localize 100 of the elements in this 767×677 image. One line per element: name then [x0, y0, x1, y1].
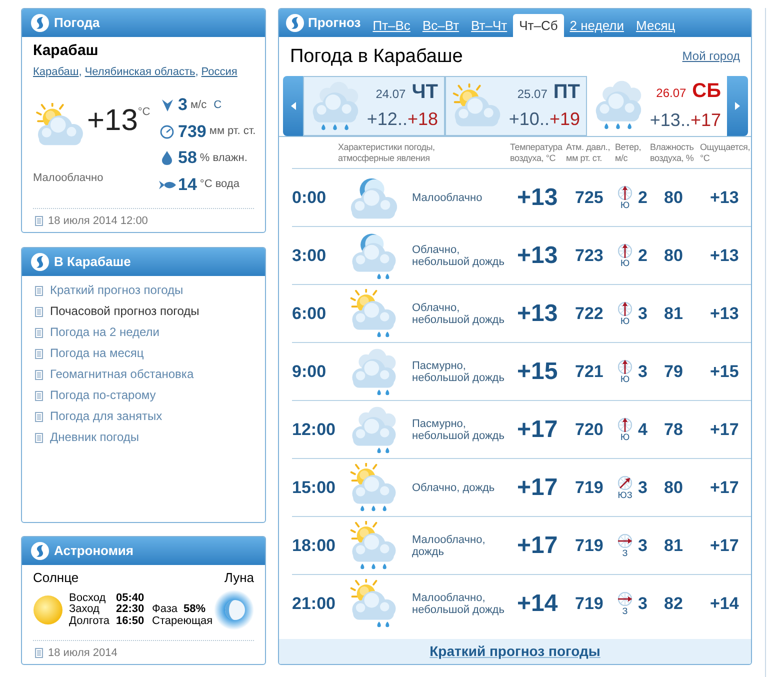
sun-heading: Солнце: [33, 570, 79, 586]
moon-icon: [214, 590, 254, 630]
wind-speed-cell: 3: [638, 304, 648, 324]
day-card[interactable]: 25.07 ПТ +10..+19: [445, 76, 587, 136]
previous-button[interactable]: [283, 76, 303, 136]
time-cell-text: 12:00: [292, 420, 336, 440]
my-city-link[interactable]: Мой город: [682, 49, 740, 64]
humidity-cell-text: 81: [664, 304, 684, 324]
condition-cell-text: Малооблачно, дождь: [412, 534, 486, 558]
wind-direction-text: Ю: [620, 259, 630, 268]
sun-icon: [33, 595, 63, 625]
weekday-name: СБ: [692, 80, 721, 102]
day-low-temperature: +12..: [366, 109, 408, 129]
update-date: 18 июля 2014 12:00: [48, 214, 148, 228]
stat-value: 739: [178, 122, 206, 142]
fish-icon: [158, 180, 176, 190]
sidebar-link[interactable]: Почасовой прогноз погоды: [50, 304, 200, 319]
condition-cell-text: Пасмурно, небольшой дождь: [412, 360, 506, 384]
period-tab[interactable]: 2 недели: [564, 14, 630, 37]
wind-direction-text: Ю: [620, 201, 630, 210]
day-date: 26.07: [656, 86, 686, 100]
document-icon: [35, 648, 43, 658]
period-tab[interactable]: Вс–Вт: [416, 14, 466, 37]
temperature-unit: °C: [138, 106, 150, 118]
sidebar-link[interactable]: Краткий прогноз погоды: [50, 283, 184, 298]
wind-speed-cell: 2: [638, 246, 648, 266]
sun-event-time: 22:30: [116, 604, 146, 616]
logo-icon: [286, 14, 304, 32]
temperature-cell-text: +13: [517, 184, 559, 212]
sidebar-link[interactable]: Погода на 2 недели: [50, 325, 160, 340]
phase-label: Фаза: [152, 604, 178, 616]
pressure-cell-text: 719: [575, 594, 604, 614]
day-card[interactable]: 24.07 ЧТ +12..+18: [303, 76, 445, 136]
caret-right-icon: [735, 102, 740, 110]
document-icon: [35, 306, 43, 316]
wind-speed-cell: 2: [638, 188, 648, 208]
moon-heading: Луна: [224, 570, 254, 586]
time-cell-text: 3:00: [292, 246, 328, 266]
location-link[interactable]: Россия: [201, 65, 238, 79]
period-tab[interactable]: Чт–Сб: [513, 14, 564, 37]
sidebar-link[interactable]: Погода для занятых: [50, 409, 162, 424]
sun-event-time: 05:40: [116, 592, 146, 604]
separator-text: ,: [78, 65, 82, 79]
stat-unit: мм рт. ст.: [209, 125, 256, 138]
short-forecast-link[interactable]: Краткий прогноз погоды: [430, 643, 600, 660]
temperature-cell-text: +15: [517, 358, 559, 386]
document-icon: [35, 370, 43, 380]
panel-title: Астрономия: [54, 543, 134, 559]
stat-value: 14: [178, 174, 197, 195]
humidity-cell-text: 82: [664, 594, 684, 614]
condition-cell-text: Облачно, небольшой дождь: [412, 244, 506, 268]
column-header: Влажность воздуха, %: [650, 142, 695, 164]
location-link[interactable]: Карабаш: [33, 65, 79, 79]
day-high-temperature: +19: [549, 109, 580, 129]
temperature-cell-text: +14: [517, 590, 559, 618]
stat-value: 3: [178, 95, 188, 116]
wind-direction-text: Ю: [620, 375, 630, 384]
wind-direction-text: С: [214, 98, 222, 112]
document-icon: [35, 348, 43, 358]
humidity-cell-text: 80: [664, 246, 684, 266]
sun-event-label: Долгота: [69, 616, 111, 628]
period-tab[interactable]: Вт–Чт: [465, 14, 514, 37]
day-high-temperature: +17: [690, 110, 721, 130]
sidebar-link[interactable]: Погода на месяц: [50, 346, 144, 361]
condition-text: Малооблачно: [33, 172, 104, 185]
wind-direction-text: З: [622, 549, 628, 558]
next-button[interactable]: [727, 76, 748, 136]
document-icon: [35, 216, 43, 226]
wind-direction-text: З: [622, 607, 628, 616]
sidebar-link[interactable]: Погода по-старому: [50, 388, 156, 403]
feels-like-cell-text: +17: [710, 478, 740, 498]
condition-cell-text: Облачно, дождь: [412, 482, 496, 494]
weekday-name: ПТ: [553, 81, 580, 103]
wind-speed-cell: 3: [638, 594, 648, 614]
temperature-cell-text: +17: [517, 474, 559, 502]
period-tab[interactable]: Месяц: [630, 14, 682, 37]
sidebar-link[interactable]: Геомагнитная обстановка: [50, 367, 194, 382]
feels-like-cell-text: +17: [710, 536, 740, 556]
document-icon: [35, 286, 43, 296]
humidity-cell-text: 80: [664, 188, 684, 208]
humidity-cell-text: 79: [664, 362, 684, 382]
gauge-icon: [160, 124, 174, 139]
sidebar-link[interactable]: Дневник погоды: [50, 430, 140, 445]
day-low-temperature: +13..: [650, 110, 690, 130]
stat-unit: м/с: [190, 98, 207, 112]
pressure-cell-text: 725: [575, 188, 604, 208]
feels-like-cell-text: +15: [710, 362, 740, 382]
document-icon: [35, 432, 43, 442]
panel-title: Прогноз: [308, 15, 361, 31]
column-header: Ветер, м/с: [615, 142, 642, 164]
caret-left-icon: [290, 102, 296, 110]
condition-cell-text: Облачно, небольшой дождь: [412, 302, 506, 326]
condition-cell-text: Пасмурно, небольшой дождь: [412, 418, 506, 442]
location-link[interactable]: Челябинская область: [84, 65, 196, 79]
period-tab[interactable]: Пт–Вс: [366, 14, 416, 37]
wind-speed-cell: 3: [638, 478, 648, 498]
phase-value: 58%: [184, 604, 206, 616]
humidity-cell-text: 81: [664, 536, 684, 556]
temperature-cell-text: +17: [517, 416, 559, 444]
arrow-down-icon: [162, 98, 172, 112]
